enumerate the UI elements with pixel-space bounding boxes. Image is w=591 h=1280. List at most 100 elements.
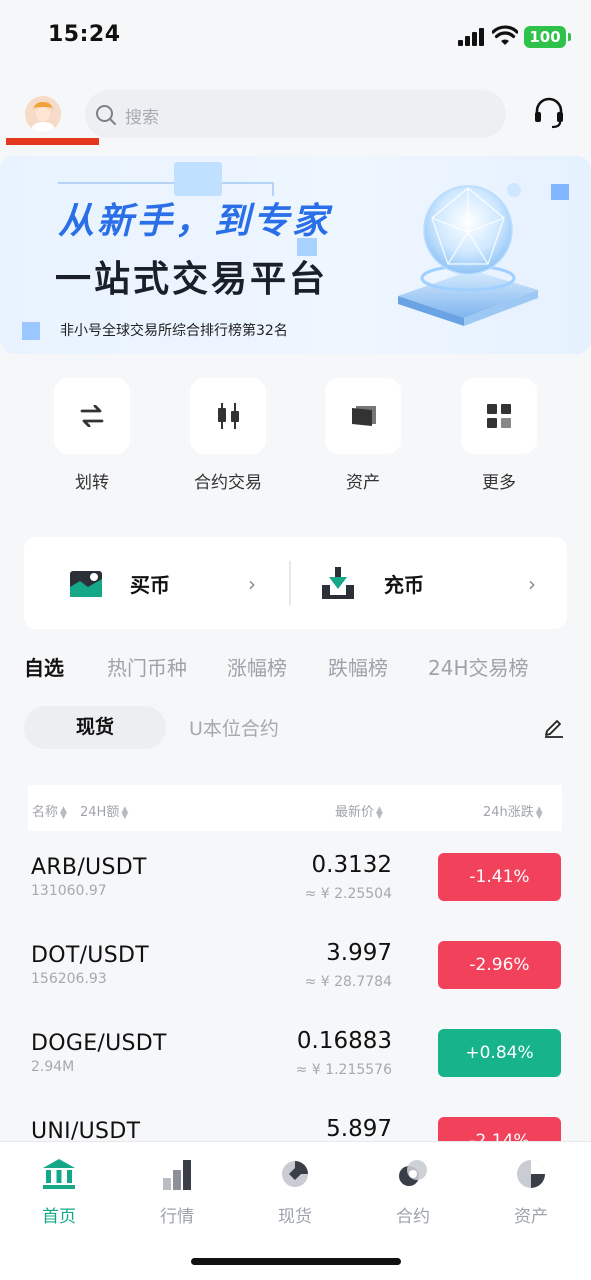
candlestick-icon [218, 403, 239, 429]
market-tabs: 自选 热门币种 涨幅榜 跌幅榜 24H交易榜 [24, 652, 584, 684]
grid-icon [487, 404, 511, 428]
cny-price: ≈ ¥ 1.215576 [295, 1062, 392, 1078]
subtab-usdt-futures[interactable]: U本位合约 [189, 714, 279, 741]
quick-action-transfer[interactable]: 划转 [52, 378, 132, 493]
bar-chart-icon [159, 1156, 195, 1192]
list-column-headers: 名称 ▲ ▼ 24H额 ▲ ▼ 最新价 ▲ ▼ 24h涨跌 ▲ ▼ [28, 785, 562, 831]
column-change-label: 24h涨跌 [483, 805, 534, 820]
banner-subheadline: 一站式交易平台 [55, 259, 329, 300]
promo-banner[interactable]: 从新手，到专家 一站式交易平台 非小号全球交易所综合排行榜第32名 [0, 156, 591, 354]
sort-by-volume[interactable]: 24H额 ▲ ▼ [80, 801, 128, 820]
edit-icon[interactable] [543, 716, 565, 738]
buy-deposit-card: 买币 › 充币 › [24, 537, 567, 629]
banner-decoration [174, 162, 222, 196]
pie-chart-icon [513, 1156, 549, 1192]
subtab-spot[interactable]: 现货 [24, 706, 166, 749]
banner-headline: 从新手，到专家 [58, 201, 332, 242]
cellular-signal-icon [458, 28, 484, 46]
column-name-label: 名称 [32, 805, 59, 820]
quick-action-label: 资产 [346, 473, 380, 493]
market-row[interactable]: UNI/USDT 5.897 -2.14% [0, 1095, 591, 1141]
avatar-highlight-bar [6, 138, 99, 145]
last-price: 0.3132 [311, 852, 392, 878]
buy-crypto-icon [70, 571, 102, 597]
home-bank-icon [41, 1156, 77, 1192]
tab-24h-volume[interactable]: 24H交易榜 [428, 652, 529, 681]
quick-action-assets[interactable]: 资产 [323, 378, 403, 493]
sort-icon: ▲ ▼ [376, 804, 383, 821]
tabbar-markets[interactable]: 行情 [137, 1156, 217, 1227]
column-volume-label: 24H额 [80, 805, 120, 820]
tab-gainers[interactable]: 涨幅榜 [227, 652, 287, 681]
tabbar-futures[interactable]: 合约 [373, 1156, 453, 1227]
quick-action-label: 更多 [482, 473, 516, 493]
quick-action-futures[interactable]: 合约交易 [188, 378, 268, 493]
deposit-label: 充币 [384, 573, 424, 597]
pair-name: DOT/USDT [31, 943, 149, 968]
quick-action-box [54, 378, 130, 454]
banner-decoration [22, 322, 40, 340]
tabbar-spot[interactable]: 现货 [255, 1156, 335, 1227]
search-input[interactable]: 搜索 [85, 90, 506, 138]
tab-favorites[interactable]: 自选 [24, 652, 64, 681]
wallet-icon [352, 406, 376, 426]
tabbar-home[interactable]: 首页 [19, 1156, 99, 1227]
pair-volume: 131060.97 [31, 883, 107, 899]
deposit-icon [322, 567, 354, 599]
cny-price: ≈ ¥ 2.25504 [304, 886, 392, 902]
change-badge[interactable]: +0.84% [438, 1029, 561, 1077]
chevron-right-icon: › [248, 572, 256, 596]
column-price-label: 最新价 [335, 805, 375, 820]
change-badge[interactable]: -2.96% [438, 941, 561, 989]
market-row[interactable]: DOT/USDT 156206.93 3.997 ≈ ¥ 28.7784 -2.… [0, 919, 591, 1007]
customer-service-headset-icon[interactable] [532, 96, 566, 130]
market-list: ARB/USDT 131060.97 0.3132 ≈ ¥ 2.25504 -1… [0, 831, 591, 1141]
pair-name: ARB/USDT [31, 855, 147, 880]
market-row[interactable]: ARB/USDT 131060.97 0.3132 ≈ ¥ 2.25504 -1… [0, 831, 591, 919]
tabbar-label: 行情 [160, 1207, 194, 1227]
market-row[interactable]: DOGE/USDT 2.94M 0.16883 ≈ ¥ 1.215576 +0.… [0, 1007, 591, 1095]
change-badge[interactable]: -2.14% [438, 1117, 561, 1141]
buy-crypto-label: 买币 [130, 573, 170, 597]
pair-name: DOGE/USDT [31, 1031, 167, 1056]
quick-action-box [325, 378, 401, 454]
battery-indicator: 100 [524, 26, 571, 48]
tabbar-assets[interactable]: 资产 [491, 1156, 571, 1227]
crystal-sphere-illustration [398, 183, 538, 326]
avatar[interactable] [25, 96, 61, 132]
sort-by-change[interactable]: 24h涨跌 ▲ ▼ [483, 801, 543, 820]
status-bar: 15:24 100 [0, 0, 591, 76]
quick-action-label: 合约交易 [194, 473, 262, 493]
top-header: 搜索 [0, 86, 591, 146]
quick-action-box [461, 378, 537, 454]
deposit-button[interactable]: 充币 › [296, 537, 566, 629]
home-indicator [191, 1258, 401, 1265]
search-icon [96, 105, 116, 125]
sort-by-name[interactable]: 名称 ▲ ▼ [32, 801, 67, 820]
cny-price: ≈ ¥ 28.7784 [304, 974, 392, 990]
last-price: 3.997 [326, 940, 392, 966]
last-price: 0.16883 [296, 1028, 392, 1054]
spot-coin-icon [277, 1156, 313, 1192]
tab-hot-coins[interactable]: 热门币种 [107, 652, 187, 681]
tabbar-label: 合约 [396, 1207, 430, 1227]
sort-by-price[interactable]: 最新价 ▲ ▼ [335, 801, 383, 820]
pair-name: UNI/USDT [31, 1119, 141, 1141]
sort-icon: ▲ ▼ [121, 804, 129, 821]
tabbar-label: 现货 [278, 1207, 312, 1227]
change-badge[interactable]: -1.41% [438, 853, 561, 901]
tabbar-label: 首页 [42, 1207, 76, 1227]
quick-action-more[interactable]: 更多 [459, 378, 539, 493]
last-price: 5.897 [326, 1116, 392, 1141]
banner-decoration [58, 182, 272, 184]
divider [289, 561, 291, 605]
wifi-icon [492, 25, 518, 45]
banner-caption: 非小号全球交易所综合排行榜第32名 [60, 323, 288, 339]
sort-icon: ▲ ▼ [535, 804, 543, 821]
quick-actions: 划转 合约交易 资产 更多 [0, 378, 591, 498]
futures-icon [395, 1156, 431, 1192]
tab-losers[interactable]: 跌幅榜 [328, 652, 388, 681]
tabbar-label: 资产 [514, 1207, 548, 1227]
buy-crypto-button[interactable]: 买币 › [24, 537, 294, 629]
market-subtabs: 现货 U本位合约 [24, 706, 567, 750]
